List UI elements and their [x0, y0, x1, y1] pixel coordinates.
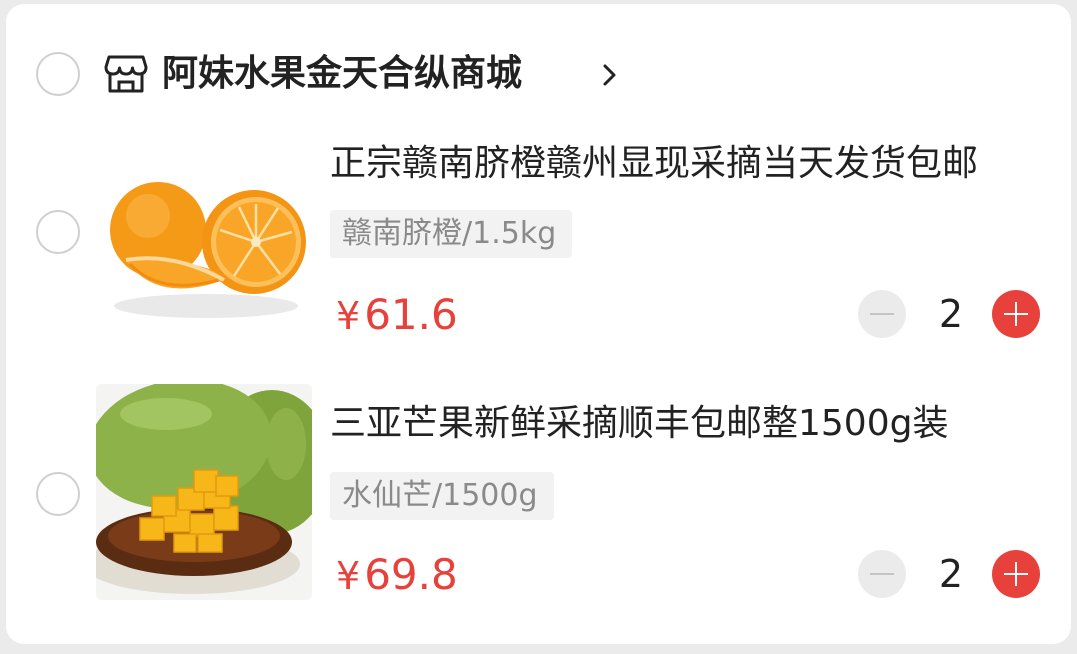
increase-quantity-button[interactable]: [992, 550, 1040, 598]
currency-symbol: ¥: [336, 294, 361, 338]
quantity-value[interactable]: 2: [926, 290, 976, 338]
item-title[interactable]: 正宗赣南脐橙赣州显现采摘当天发货包邮: [330, 140, 1042, 188]
item-select-radio[interactable]: [36, 472, 80, 516]
price-value: 61.6: [364, 290, 458, 339]
item-select-radio[interactable]: [36, 210, 80, 254]
store-name[interactable]: 阿妹水果金天合纵商城: [162, 50, 522, 98]
cart-store-card: 阿妹水果金天合纵商城 正宗赣南脐橙赣州显现采摘当天发货包邮 赣南脐橙/1.5kg…: [6, 4, 1071, 644]
orange-image[interactable]: [96, 124, 312, 340]
currency-symbol: ¥: [336, 554, 361, 598]
mango-image[interactable]: [96, 384, 312, 600]
decrease-quantity-button[interactable]: [858, 550, 906, 598]
item-title[interactable]: 三亚芒果新鲜采摘顺丰包邮整1500g装: [330, 400, 1042, 448]
chevron-right-icon[interactable]: [598, 62, 622, 88]
store-select-radio[interactable]: [36, 52, 80, 96]
item-price: ¥69.8: [336, 550, 458, 601]
decrease-quantity-button[interactable]: [858, 290, 906, 338]
price-value: 69.8: [364, 550, 458, 599]
item-spec-tag[interactable]: 赣南脐橙/1.5kg: [330, 210, 573, 258]
increase-quantity-button[interactable]: [992, 290, 1040, 338]
quantity-value[interactable]: 2: [926, 550, 976, 598]
store-icon: [104, 55, 148, 93]
item-spec-tag[interactable]: 水仙芒/1500g: [330, 472, 554, 520]
item-price: ¥61.6: [336, 290, 458, 341]
